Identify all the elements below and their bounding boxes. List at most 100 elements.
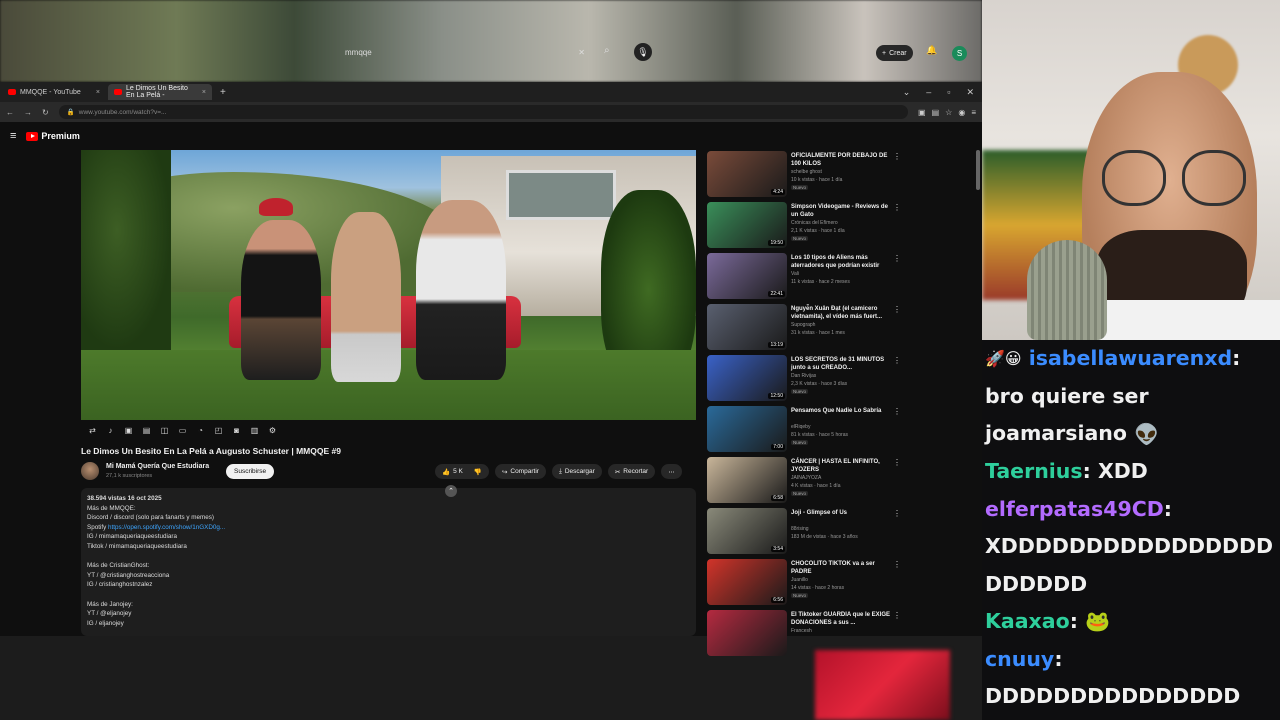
- video-thumbnail[interactable]: 6:58: [707, 457, 787, 503]
- tab-mmqqe-youtube[interactable]: MMQQE - YouTube ×: [2, 84, 106, 100]
- video-thumbnail[interactable]: [707, 610, 787, 656]
- video-thumbnail[interactable]: 3:54: [707, 508, 787, 554]
- audio-icon[interactable]: ♪: [104, 426, 117, 435]
- recommended-video[interactable]: 12:50 LOS SECRETOS de 31 MINUTOS junto a …: [707, 354, 907, 405]
- video-thumbnail[interactable]: 7:00: [707, 406, 787, 452]
- screenshot-icon[interactable]: ▣: [122, 426, 135, 435]
- notifications-bell-icon[interactable]: 🔔: [926, 45, 937, 56]
- subtitle-icon[interactable]: ▥: [248, 426, 261, 435]
- video-thumbnail[interactable]: 22:41: [707, 253, 787, 299]
- recommended-video-channel[interactable]: Crónicas del Efímero: [791, 220, 838, 226]
- recommended-video-channel[interactable]: Dan Rivijas: [791, 373, 816, 379]
- recommended-video-channel[interactable]: schelbe ghost: [791, 169, 822, 175]
- thumbs-down-icon[interactable]: 👎: [474, 468, 482, 476]
- video-player[interactable]: [81, 150, 696, 420]
- settings-gear-icon[interactable]: ⚙: [266, 426, 279, 435]
- more-actions-button[interactable]: ⋯: [661, 464, 682, 479]
- recommended-video[interactable]: 22:41 Los 10 tipos de Aliens más aterrado…: [707, 252, 907, 303]
- extension-icon[interactable]: ▤: [932, 108, 940, 117]
- recommended-video-title[interactable]: Nguyễn Xuân Đạt (el camicero vietnamita)…: [791, 305, 893, 321]
- forward-icon[interactable]: →: [24, 108, 32, 117]
- miniplayer-icon[interactable]: ◫: [158, 426, 171, 435]
- recommended-video-title[interactable]: Simpson Videogame - Reviews de un Gato: [791, 203, 893, 219]
- recommended-video[interactable]: 3:54 Joji - Glimpse of Us 88rising 183 M de…: [707, 507, 907, 558]
- more-options-icon[interactable]: ⋮: [893, 407, 901, 416]
- search-box[interactable]: mmqqe ✕: [340, 43, 600, 61]
- loop-icon[interactable]: ⇄: [86, 426, 99, 435]
- more-options-icon[interactable]: ⋮: [893, 611, 901, 620]
- close-window-icon[interactable]: ✕: [966, 87, 974, 98]
- more-options-icon[interactable]: ⋮: [893, 305, 901, 314]
- recommended-video[interactable]: 19:50 Simpson Videogame - Reviews de un G…: [707, 201, 907, 252]
- theater-icon[interactable]: ▭: [176, 426, 189, 435]
- recommended-video-channel[interactable]: Vali: [791, 271, 799, 277]
- recommended-video-channel[interactable]: JAINAJYOZA: [791, 475, 821, 481]
- page-scrollbar[interactable]: [976, 150, 980, 190]
- hamburger-menu-icon[interactable]: ≡: [10, 130, 16, 142]
- video-thumbnail[interactable]: 13:19: [707, 304, 787, 350]
- create-button[interactable]: + Crear: [876, 45, 913, 61]
- close-icon[interactable]: ×: [96, 89, 100, 96]
- recommended-video-channel[interactable]: elRiqeby: [791, 424, 810, 430]
- recommended-video-title[interactable]: El Tiktoker GUARDIA que le EXIGE DONACIO…: [791, 611, 893, 627]
- channel-avatar[interactable]: [81, 462, 99, 480]
- subscribe-button[interactable]: Suscribirse: [226, 464, 275, 479]
- video-thumbnail[interactable]: 6:56: [707, 559, 787, 605]
- recommended-video-title[interactable]: CHOCOLITO TIKTOK va a ser PADRE: [791, 560, 893, 576]
- recommended-video-title[interactable]: Pensamos Que Nadie Lo Sabría: [791, 407, 893, 415]
- video-description[interactable]: 38.594 vistas 16 oct 2025 Más de MMQQE: …: [81, 488, 696, 636]
- extension-icon[interactable]: ▣: [918, 108, 926, 117]
- spotify-link[interactable]: https://open.spotify.com/show/1nGXD0g...: [108, 524, 225, 531]
- user-avatar[interactable]: S: [952, 46, 967, 61]
- recommended-video[interactable]: 4:24 OFICIALMENTE POR DEBAJO DE 100 KILOS…: [707, 150, 907, 201]
- video-thumbnail[interactable]: 19:50: [707, 202, 787, 248]
- close-icon[interactable]: ×: [202, 89, 206, 96]
- more-options-icon[interactable]: ⋮: [893, 254, 901, 263]
- new-tab-button[interactable]: +: [220, 87, 226, 98]
- recommended-video[interactable]: 7:00 Pensamos Que Nadie Lo Sabría elRiqeby…: [707, 405, 907, 456]
- profile-icon[interactable]: ◉: [958, 108, 965, 117]
- recommended-video-channel[interactable]: 88rising: [791, 526, 809, 532]
- more-options-icon[interactable]: ⋮: [893, 152, 901, 161]
- search-icon[interactable]: ⌕: [604, 45, 610, 56]
- recommended-video-title[interactable]: Los 10 tipos de Aliens más aterradores q…: [791, 254, 893, 270]
- search-input[interactable]: mmqqe: [340, 48, 578, 57]
- back-icon[interactable]: ←: [6, 108, 14, 117]
- recommended-video-title[interactable]: Joji - Glimpse of Us: [791, 509, 893, 517]
- recommended-video[interactable]: 13:19 Nguyễn Xuân Đạt (el camicero vietna…: [707, 303, 907, 354]
- speed-icon[interactable]: ◔: [194, 426, 207, 435]
- tab-current-video[interactable]: Le Dimos Un Besito En La Pelá - ×: [108, 84, 212, 100]
- recommended-video-channel[interactable]: Francesh: [791, 628, 812, 634]
- bookmark-star-icon[interactable]: ☆: [945, 108, 952, 117]
- recommended-video-title[interactable]: CÁNCER | HASTA EL INFINITO, JYOZERS: [791, 458, 893, 474]
- minimize-icon[interactable]: –: [926, 87, 931, 98]
- share-button[interactable]: ↪ Compartir: [494, 464, 546, 479]
- recommended-video-channel[interactable]: Juanillo: [791, 577, 808, 583]
- video-thumbnail[interactable]: 4:24: [707, 151, 787, 197]
- download-button[interactable]: ⤓ Descargar: [551, 464, 602, 479]
- microphone-icon[interactable]: 🎙: [634, 43, 652, 61]
- recommended-video-title[interactable]: OFICIALMENTE POR DEBAJO DE 100 KILOS: [791, 152, 893, 168]
- reload-icon[interactable]: ↻: [42, 108, 49, 117]
- chevron-down-icon[interactable]: ⌄: [903, 87, 911, 98]
- recommended-video[interactable]: 6:56 CHOCOLITO TIKTOK va a ser PADRE Juani…: [707, 558, 907, 609]
- menu-icon[interactable]: ≡: [971, 108, 976, 117]
- recommended-video[interactable]: 6:58 CÁNCER | HASTA EL INFINITO, JYOZERS J…: [707, 456, 907, 507]
- camera-icon[interactable]: ◙: [230, 426, 243, 435]
- pip-icon[interactable]: ◰: [212, 426, 225, 435]
- more-options-icon[interactable]: ⋮: [893, 356, 901, 365]
- like-button[interactable]: 👍 5 K 👎: [435, 464, 489, 479]
- recommended-video-channel[interactable]: Supograph: [791, 322, 815, 328]
- clear-search-icon[interactable]: ✕: [578, 48, 585, 57]
- more-options-icon[interactable]: ⋮: [893, 560, 901, 569]
- clip-button[interactable]: ✂ Recortar: [607, 464, 656, 479]
- maximize-icon[interactable]: ▫: [947, 87, 950, 98]
- recommended-video[interactable]: El Tiktoker GUARDIA que le EXIGE DONACIO…: [707, 609, 907, 660]
- youtube-premium-logo[interactable]: Premium: [26, 131, 80, 141]
- video-thumbnail[interactable]: 12:50: [707, 355, 787, 401]
- more-options-icon[interactable]: ⋮: [893, 458, 901, 467]
- channel-name[interactable]: Mi Mamá Quería Que Estudiara: [106, 463, 209, 470]
- more-options-icon[interactable]: ⋮: [893, 509, 901, 518]
- more-options-icon[interactable]: ⋮: [893, 203, 901, 212]
- captions-icon[interactable]: ▤: [140, 426, 153, 435]
